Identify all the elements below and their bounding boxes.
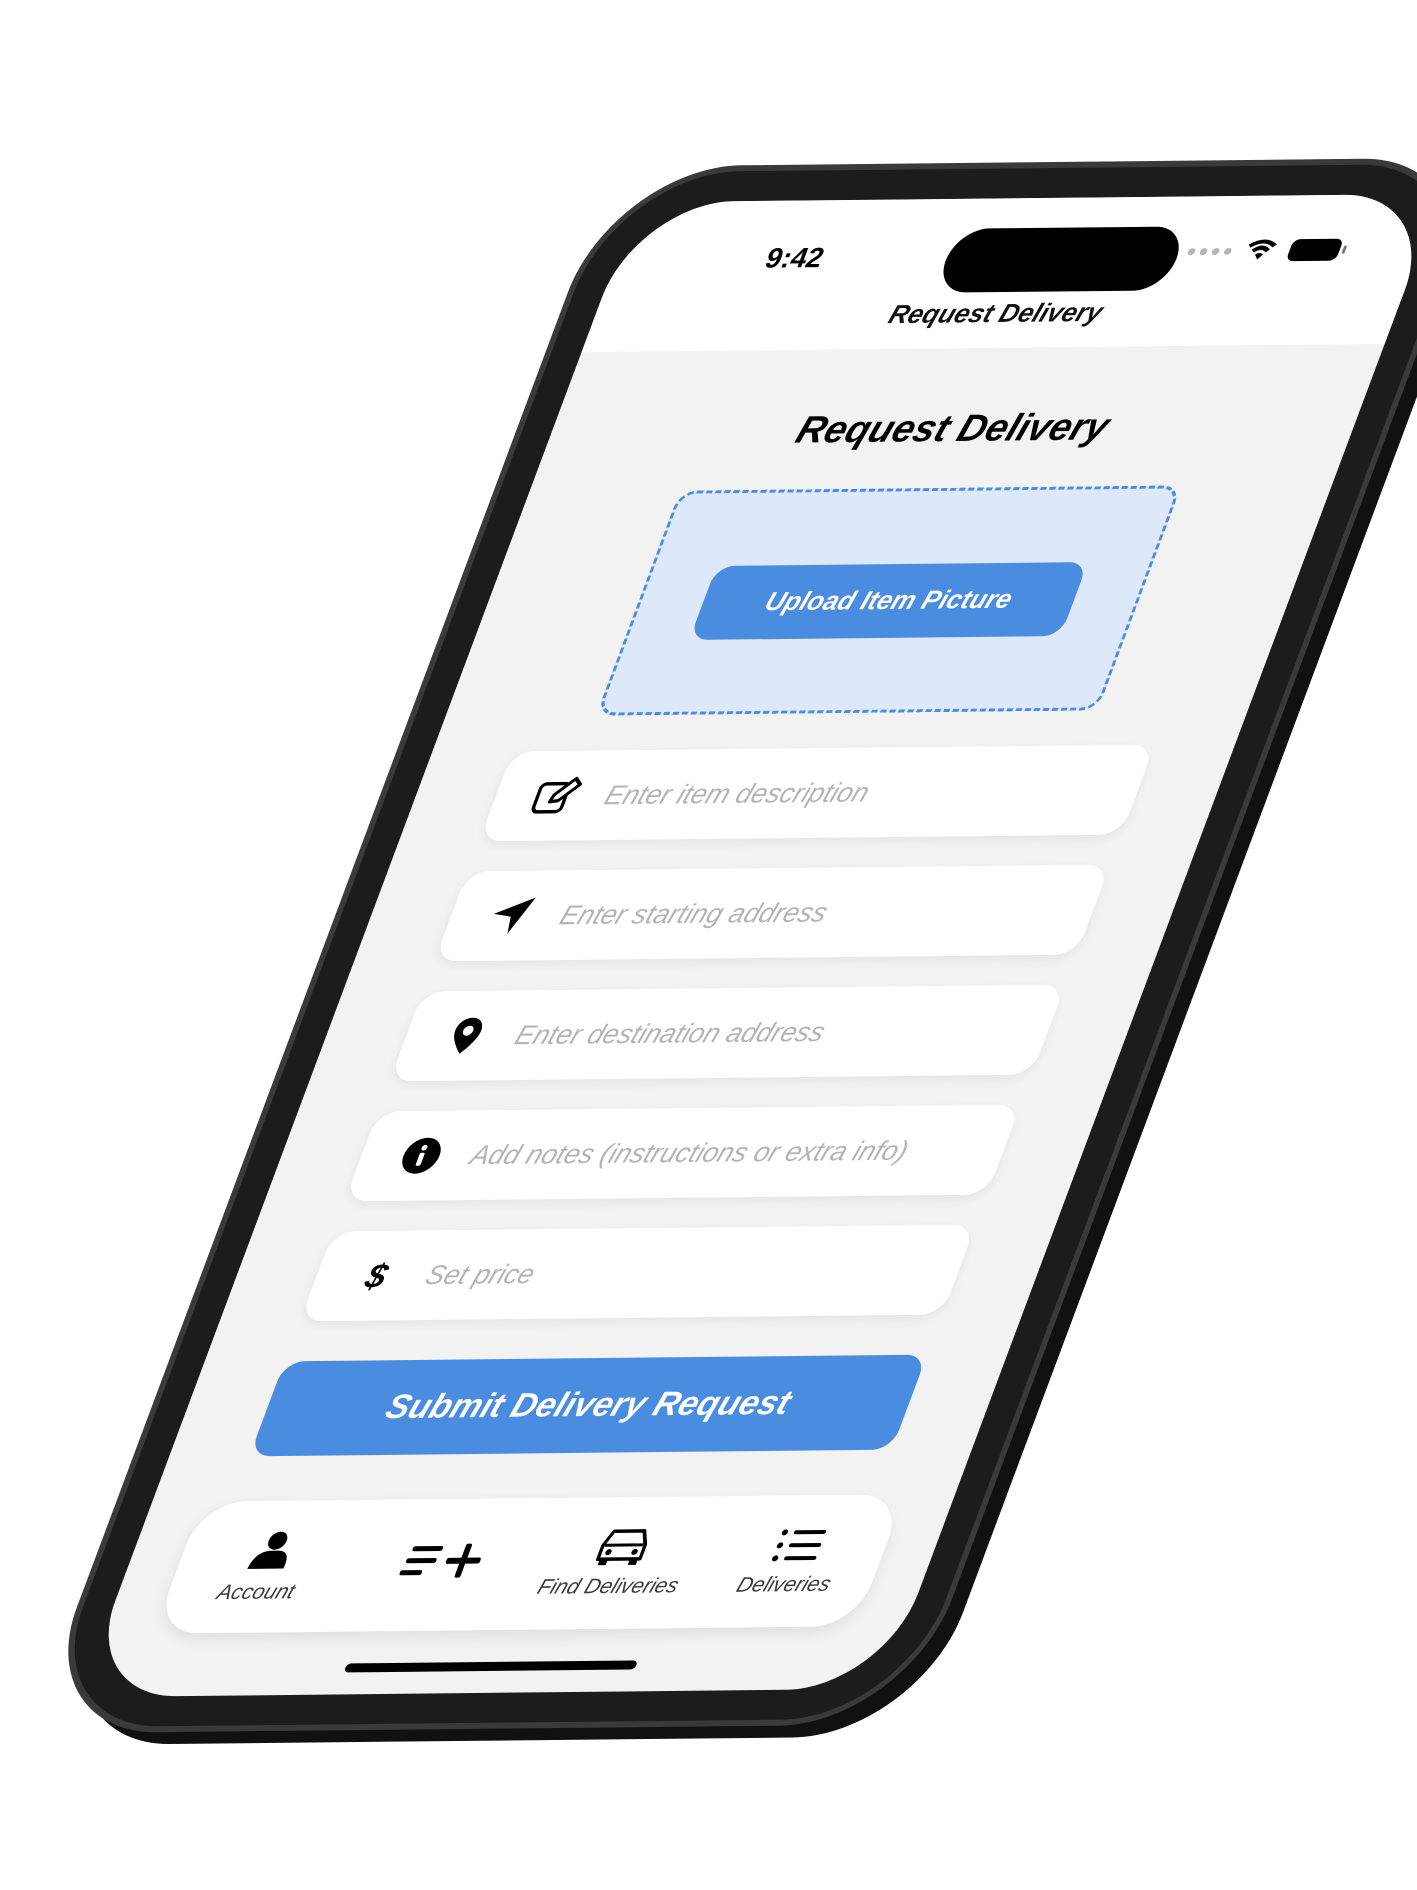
tab-find-deliveries[interactable]: Find Deliveries xyxy=(518,1526,716,1600)
tab-bar: Account Find Deliveries Deliveries xyxy=(153,1494,906,1634)
tab-deliveries-label: Deliveries xyxy=(733,1572,835,1597)
stage: 9:42 Request Delivery Request Delivery U… xyxy=(0,0,1417,1890)
notes-placeholder: Add notes (instructions or extra info) xyxy=(466,1135,913,1170)
price-placeholder: Set price xyxy=(421,1258,540,1290)
list-icon xyxy=(771,1529,826,1562)
page-title: Request Delivery xyxy=(790,406,1116,452)
map-pin-icon xyxy=(435,1015,498,1056)
cellular-signal-icon xyxy=(1186,247,1233,255)
item-description-placeholder: Enter item description xyxy=(600,776,875,810)
pencil-square-icon xyxy=(524,773,589,818)
destination-address-field[interactable]: Enter destination address xyxy=(389,984,1066,1082)
tab-account[interactable]: Account xyxy=(166,1528,365,1606)
list-add-icon xyxy=(398,1543,481,1578)
notes-field[interactable]: Add notes (instructions or extra info) xyxy=(344,1104,1021,1202)
starting-address-placeholder: Enter starting address xyxy=(555,896,833,930)
nav-title: Request Delivery xyxy=(884,296,1108,330)
upload-drop-zone[interactable]: Upload Item Picture xyxy=(595,485,1182,716)
phone-screen: 9:42 Request Delivery Request Delivery U… xyxy=(79,193,1417,1698)
home-indicator[interactable] xyxy=(343,1660,639,1673)
destination-address-placeholder: Enter destination address xyxy=(511,1016,830,1050)
location-arrow-icon xyxy=(480,895,543,936)
battery-icon xyxy=(1285,238,1344,262)
top-bar: 9:42 Request Delivery xyxy=(581,193,1417,353)
dollar-icon: $ xyxy=(346,1256,408,1295)
starting-address-field[interactable]: Enter starting address xyxy=(434,864,1111,962)
status-time: 9:42 xyxy=(760,242,829,274)
dynamic-island xyxy=(933,226,1189,293)
svg-text:$: $ xyxy=(359,1258,393,1295)
price-field[interactable]: $ Set price xyxy=(299,1224,976,1322)
status-icons xyxy=(1184,238,1344,263)
info-circle-icon xyxy=(390,1136,452,1175)
tab-find-deliveries-label: Find Deliveries xyxy=(534,1574,683,1599)
upload-picture-button[interactable]: Upload Item Picture xyxy=(689,561,1089,640)
item-description-field[interactable]: Enter item description xyxy=(478,744,1156,842)
phone-frame: 9:42 Request Delivery Request Delivery U… xyxy=(37,163,1417,1728)
car-icon xyxy=(595,1529,647,1566)
tab-deliveries[interactable]: Deliveries xyxy=(694,1524,892,1598)
submit-delivery-request-button[interactable]: Submit Delivery Request xyxy=(249,1354,928,1457)
tab-account-label: Account xyxy=(213,1580,299,1605)
wifi-icon xyxy=(1248,239,1277,260)
tab-request[interactable] xyxy=(346,1537,537,1593)
person-icon xyxy=(246,1531,287,1569)
